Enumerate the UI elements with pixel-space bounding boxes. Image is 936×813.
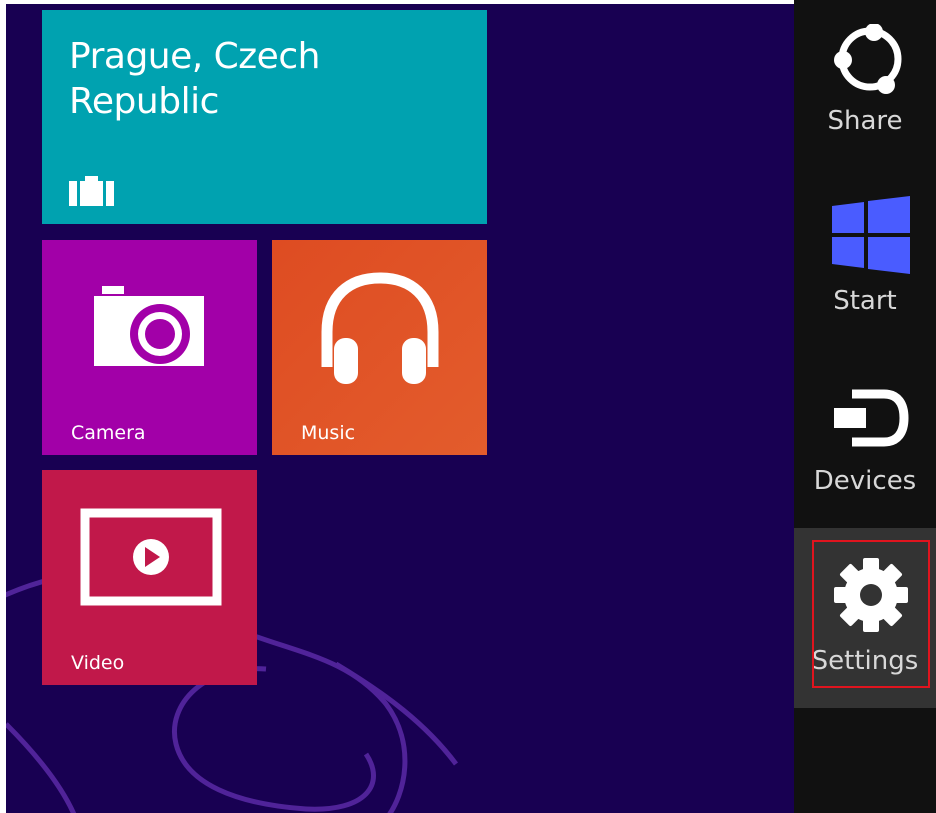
- settings-charm[interactable]: Settings: [794, 528, 936, 708]
- camera-tile[interactable]: Camera: [42, 240, 257, 455]
- share-charm-label: Share: [827, 106, 903, 136]
- music-tile[interactable]: Music: [272, 240, 487, 455]
- camera-icon: [94, 286, 204, 366]
- headphones-icon: [321, 272, 439, 384]
- devices-charm[interactable]: Devices: [794, 360, 936, 540]
- start-charm-label: Start: [833, 286, 897, 316]
- devices-icon: [834, 389, 909, 447]
- start-charm[interactable]: Start: [794, 180, 936, 360]
- video-tile[interactable]: Video: [42, 470, 257, 685]
- windows-logo-icon: [832, 196, 910, 274]
- video-play-icon: [80, 508, 222, 606]
- travel-tile-title: Prague, Czech Republic: [69, 36, 320, 122]
- gear-icon: [834, 558, 908, 632]
- settings-charm-label: Settings: [811, 646, 919, 676]
- share-icon: [834, 24, 902, 94]
- camera-tile-label: Camera: [71, 422, 146, 444]
- travel-tile[interactable]: Prague, Czech Republic: [42, 10, 487, 224]
- charms-bar: Share Start Devices Settings: [794, 0, 936, 813]
- music-tile-label: Music: [301, 422, 356, 444]
- luggage-icon: [69, 176, 114, 206]
- share-charm[interactable]: Share: [794, 0, 936, 180]
- start-screen: Prague, Czech Republic Camera Music Vide…: [6, 4, 794, 813]
- video-tile-label: Video: [71, 652, 125, 674]
- devices-charm-label: Devices: [813, 466, 917, 496]
